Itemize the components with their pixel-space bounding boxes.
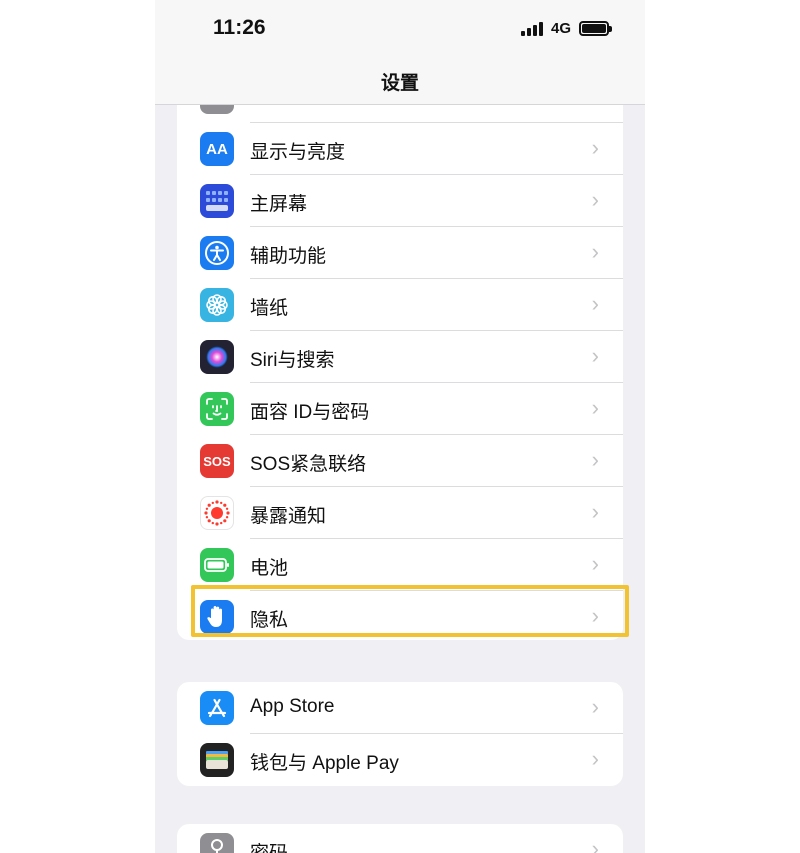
- wallpaper-icon: [200, 288, 234, 322]
- settings-item-accessibility[interactable]: 辅助功能 ›: [177, 227, 623, 279]
- settings-item-label: 主屏幕: [250, 194, 308, 215]
- accessibility-icon: [200, 236, 234, 270]
- settings-group-passwords: 密码 ›: [177, 824, 623, 853]
- settings-item-passwords[interactable]: 密码 ›: [177, 824, 623, 853]
- settings-item-label: App Store: [250, 696, 335, 717]
- face-id-icon: [200, 392, 234, 426]
- settings-item-label: 暴露通知: [250, 506, 327, 527]
- settings-item-app-store[interactable]: App Store ›: [177, 682, 623, 734]
- status-indicators: 4G: [520, 20, 612, 37]
- chevron-right-icon: ›: [591, 694, 599, 719]
- chevron-right-icon: ›: [591, 187, 599, 212]
- settings-item-label: 密码: [250, 838, 288, 853]
- chevron-right-icon: ›: [591, 395, 599, 420]
- network-type: 4G: [550, 20, 571, 37]
- settings-item-label: SOS紧急联络: [250, 454, 367, 475]
- app-store-icon: [200, 691, 234, 725]
- settings-group-store: App Store › 钱包与 Apple Pay ›: [177, 682, 623, 786]
- settings-item-battery[interactable]: 电池 ›: [177, 539, 623, 591]
- key-icon: [200, 833, 234, 853]
- settings-item-home-screen[interactable]: 主屏幕 ›: [177, 175, 623, 227]
- settings-item-label: 辅助功能: [250, 246, 327, 267]
- settings-item-label: Siri与搜索: [250, 350, 335, 371]
- sos-icon-text: SOS: [203, 453, 231, 469]
- navigation-bar: 设置: [155, 58, 645, 105]
- settings-item-exposure-notifications[interactable]: 暴露通知 ›: [177, 487, 623, 539]
- settings-item-emergency-sos[interactable]: SOS SOS紧急联络 ›: [177, 435, 623, 487]
- status-time: 11:26: [213, 16, 266, 39]
- settings-item-face-id[interactable]: 面容 ID与密码 ›: [177, 383, 623, 435]
- battery-status-icon: [579, 21, 612, 36]
- privacy-hand-icon: [200, 600, 234, 634]
- settings-item-label: 显示与亮度: [250, 142, 346, 163]
- settings-item-wallet-apple-pay[interactable]: 钱包与 Apple Pay ›: [177, 734, 623, 786]
- settings-item-label: 隐私: [250, 610, 289, 631]
- exposure-notification-icon: [200, 496, 234, 530]
- siri-icon: [200, 340, 234, 374]
- phone-screen: 11:26 4G 设置 AA 显示与亮度 › 主屏幕 › 辅助功能 › 墙纸 ›…: [155, 0, 645, 853]
- cellular-signal-icon: [520, 21, 543, 36]
- page-title: 设置: [380, 73, 419, 94]
- chevron-right-icon: ›: [591, 447, 599, 472]
- settings-item-wallpaper[interactable]: 墙纸 ›: [177, 279, 623, 331]
- settings-item-label: 钱包与 Apple Pay: [250, 753, 399, 774]
- sos-icon: SOS: [200, 444, 234, 478]
- wallet-icon: [200, 743, 234, 777]
- chevron-right-icon: ›: [591, 291, 599, 316]
- chevron-right-icon: ›: [591, 499, 599, 524]
- settings-group-display: AA 显示与亮度 › 主屏幕 › 辅助功能 › 墙纸 › Siri与搜索 › 面…: [177, 71, 623, 640]
- chevron-right-icon: ›: [591, 551, 599, 576]
- settings-item-label: 墙纸: [250, 298, 289, 319]
- chevron-right-icon: ›: [591, 603, 599, 628]
- settings-item-label: 电池: [250, 558, 289, 579]
- settings-item-privacy[interactable]: 隐私 ›: [177, 591, 623, 640]
- chevron-right-icon: ›: [591, 135, 599, 160]
- home-screen-icon: [200, 184, 234, 218]
- display-brightness-icon: AA: [200, 132, 234, 166]
- battery-icon: [200, 548, 234, 582]
- chevron-right-icon: ›: [591, 836, 599, 853]
- chevron-right-icon: ›: [591, 239, 599, 264]
- settings-item-siri-search[interactable]: Siri与搜索 ›: [177, 331, 623, 383]
- settings-item-label: 面容 ID与密码: [250, 402, 370, 423]
- chevron-right-icon: ›: [591, 343, 599, 368]
- status-bar: 11:26 4G: [155, 0, 645, 58]
- chevron-right-icon: ›: [591, 746, 599, 771]
- settings-item-display-brightness[interactable]: AA 显示与亮度 ›: [177, 123, 623, 175]
